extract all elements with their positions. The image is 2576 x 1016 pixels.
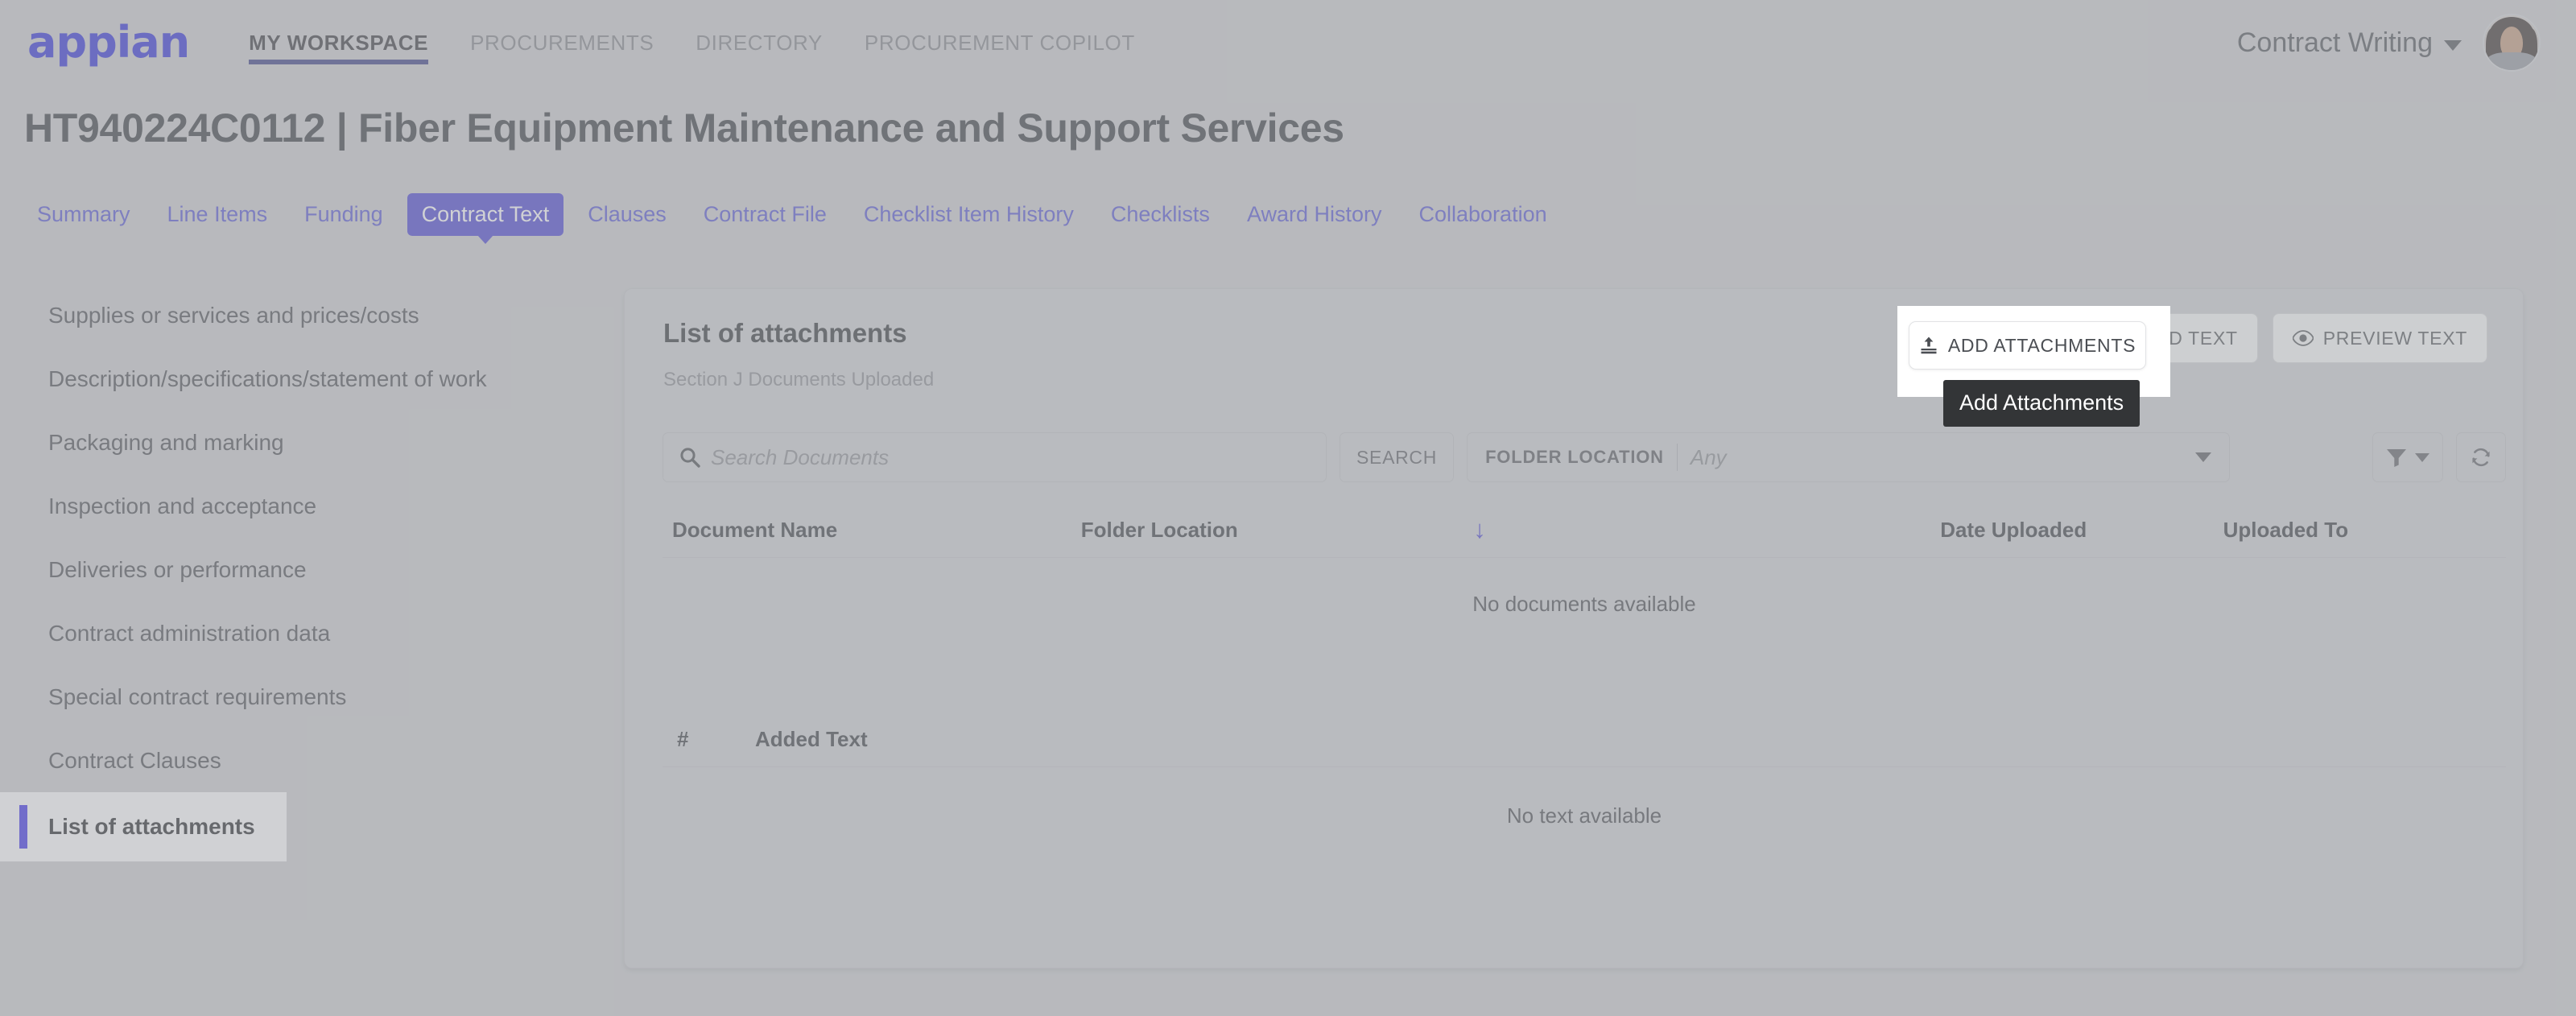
tab-label: Contract File [703, 201, 827, 226]
sidebar-item-packaging-and-marking[interactable]: Packaging and marking [0, 411, 612, 474]
column-header-sort[interactable]: ↓ [1473, 517, 1940, 543]
nav-link-procurement-copilot[interactable]: PROCUREMENT COPILOT [865, 0, 1135, 85]
sidebar-item-label: Contract administration data [48, 620, 331, 646]
sidebar-item-special-contract-requirements[interactable]: Special contract requirements [0, 665, 612, 729]
column-header-date-uploaded[interactable]: Date Uploaded [1940, 518, 2223, 543]
user-menu-label: Contract Writing [2236, 27, 2433, 58]
tab-contract-file[interactable]: Contract File [691, 195, 840, 234]
divider [1676, 444, 1678, 471]
user-menu[interactable]: Contract Writing [2237, 27, 2462, 59]
search-documents-box[interactable] [663, 432, 1327, 482]
sidebar-item-description-specifications[interactable]: Description/specifications/statement of … [0, 347, 612, 411]
sidebar-item-label: Special contract requirements [48, 684, 347, 709]
tab-line-items[interactable]: Line Items [155, 195, 281, 234]
nav-link-label: DIRECTORY [696, 30, 823, 55]
sidebar-item-contract-administration-data[interactable]: Contract administration data [0, 601, 612, 665]
tab-label: Checklists [1110, 201, 1210, 226]
sidebar-item-contract-clauses[interactable]: Contract Clauses [0, 729, 612, 792]
nav-link-my-workspace[interactable]: MY WORKSPACE [249, 0, 428, 85]
tab-label: Summary [37, 201, 130, 226]
tab-clauses[interactable]: Clauses [575, 195, 679, 234]
sidebar-item-label: Supplies or services and prices/costs [48, 302, 419, 328]
documents-table-header: Document Name Folder Location ↓ Date Upl… [663, 503, 2506, 558]
appian-logo[interactable]: appian [27, 21, 190, 64]
selected-accent-bar [19, 805, 27, 849]
filter-button[interactable] [2372, 432, 2443, 482]
add-attachments-tooltip: Add Attachments [1943, 380, 2140, 427]
sidebar-item-supplies-or-services[interactable]: Supplies or services and prices/costs [0, 283, 612, 347]
chevron-down-icon [2415, 452, 2429, 462]
nav-link-label: PROCUREMENTS [470, 30, 654, 55]
sidebar-item-label: Packaging and marking [48, 429, 284, 455]
refresh-button[interactable] [2456, 432, 2506, 482]
search-button[interactable]: SEARCH [1340, 432, 1455, 482]
tab-contract-text[interactable]: Contract Text [407, 192, 564, 244]
primary-nav: MY WORKSPACE PROCUREMENTS DIRECTORY PROC… [249, 0, 1135, 85]
column-header-number[interactable]: # [663, 727, 755, 752]
add-attachments-label: ADD ATTACHMENTS [1947, 334, 2136, 356]
tab-label: Line Items [167, 201, 268, 226]
sidebar-item-inspection-and-acceptance[interactable]: Inspection and acceptance [0, 474, 612, 538]
added-text-table: # Added Text No text available [663, 712, 2506, 864]
sidebar-item-list-of-attachments[interactable]: List of attachments [0, 792, 287, 861]
tab-collaboration[interactable]: Collaboration [1406, 195, 1560, 234]
tab-label: Award History [1246, 201, 1382, 226]
top-navigation-bar: appian MY WORKSPACE PROCUREMENTS DIRECTO… [0, 0, 2576, 85]
column-header-document-name[interactable]: Document Name [663, 518, 1081, 543]
preview-text-button[interactable]: PREVIEW TEXT [2272, 313, 2487, 363]
nav-link-label: PROCUREMENT COPILOT [864, 30, 1135, 55]
tab-checklists[interactable]: Checklists [1098, 195, 1223, 234]
contract-sections-sidebar: Supplies or services and prices/costs De… [0, 283, 612, 861]
sidebar-item-label: Contract Clauses [48, 747, 221, 773]
table-tools [2372, 432, 2506, 482]
nav-link-directory[interactable]: DIRECTORY [696, 0, 823, 85]
refresh-icon [2470, 446, 2492, 469]
sidebar-item-label: List of attachments [48, 814, 255, 839]
documents-empty-message: No documents available [1472, 592, 1696, 616]
sort-descending-arrow-icon: ↓ [1473, 515, 1486, 543]
filter-icon [2386, 448, 2407, 467]
added-text-table-header: # Added Text [663, 712, 2506, 767]
section-tabs: Summary Line Items Funding Contract Text… [24, 192, 1560, 244]
search-icon [679, 447, 700, 468]
top-navigation-right: Contract Writing [2237, 14, 2549, 72]
sidebar-item-label: Inspection and acceptance [48, 493, 317, 518]
tab-label: Funding [304, 201, 383, 226]
tab-checklist-item-history[interactable]: Checklist Item History [851, 195, 1087, 234]
column-header-added-text[interactable]: Added Text [755, 727, 1238, 752]
folder-location-dropdown[interactable]: FOLDER LOCATION Any [1467, 432, 2231, 482]
tab-summary[interactable]: Summary [24, 195, 143, 234]
folder-location-value: Any [1690, 444, 1727, 469]
documents-table: Document Name Folder Location ↓ Date Upl… [663, 503, 2506, 650]
chevron-down-icon [2444, 39, 2462, 51]
nav-link-label: MY WORKSPACE [249, 30, 429, 55]
sidebar-item-label: Description/specifications/statement of … [48, 366, 487, 391]
sidebar-item-label: Deliveries or performance [48, 556, 307, 582]
upload-icon [1919, 336, 1938, 355]
chevron-down-icon [2195, 452, 2212, 462]
tab-label: Clauses [588, 201, 667, 226]
added-text-empty-message: No text available [1506, 803, 1662, 828]
tab-funding[interactable]: Funding [291, 195, 396, 234]
sidebar-item-deliveries-or-performance[interactable]: Deliveries or performance [0, 538, 612, 601]
search-input[interactable] [711, 444, 1310, 470]
tab-label: Checklist Item History [863, 201, 1074, 226]
page-title: HT940224C0112 | Fiber Equipment Maintena… [24, 105, 1344, 151]
documents-filter-row: SEARCH FOLDER LOCATION Any [663, 432, 2506, 482]
nav-link-procurements[interactable]: PROCUREMENTS [470, 0, 654, 85]
card-subtitle: Section J Documents Uploaded [663, 369, 935, 390]
tab-label: Collaboration [1418, 201, 1547, 226]
tab-award-history[interactable]: Award History [1234, 195, 1395, 234]
avatar[interactable] [2483, 14, 2541, 72]
eye-icon [2292, 330, 2314, 346]
column-header-folder-location[interactable]: Folder Location [1081, 518, 1474, 543]
tab-label: Contract Text [421, 201, 550, 226]
preview-text-label: PREVIEW TEXT [2322, 327, 2467, 349]
folder-location-label: FOLDER LOCATION [1485, 447, 1664, 467]
add-attachments-button[interactable]: ADD ATTACHMENTS [1909, 321, 2146, 370]
column-header-uploaded-to[interactable]: Uploaded To [2223, 518, 2506, 543]
